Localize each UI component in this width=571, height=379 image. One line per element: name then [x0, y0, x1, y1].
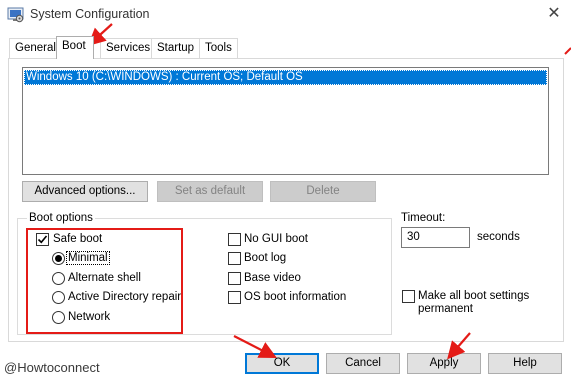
- os-list-item[interactable]: Windows 10 (C:\WINDOWS) : Current OS; De…: [24, 70, 547, 85]
- timeout-label: Timeout:: [401, 212, 446, 224]
- annotation-highlight-box: [26, 228, 183, 334]
- help-button[interactable]: Help: [488, 353, 562, 374]
- timeout-unit-label: seconds: [477, 231, 520, 243]
- cancel-button[interactable]: Cancel: [326, 353, 400, 374]
- timeout-input[interactable]: 30: [401, 227, 470, 248]
- close-icon[interactable]: ✕: [544, 4, 564, 24]
- boot-log-label: Boot log: [244, 252, 287, 264]
- no-gui-boot-label: No GUI boot: [244, 233, 308, 245]
- base-video-checkbox[interactable]: [228, 272, 241, 285]
- boot-log-checkbox[interactable]: [228, 252, 241, 265]
- tab-startup[interactable]: Startup: [151, 38, 201, 58]
- make-permanent-label-line1: Make all boot settings: [418, 290, 530, 302]
- set-as-default-button[interactable]: Set as default: [157, 181, 263, 202]
- watermark: @Howtoconnect: [4, 360, 100, 375]
- system-configuration-app-icon: [7, 6, 24, 23]
- tab-boot[interactable]: Boot: [56, 36, 94, 59]
- tab-tools[interactable]: Tools: [199, 38, 238, 58]
- base-video-label: Base video: [244, 272, 301, 284]
- make-permanent-label-line2: permanent: [418, 303, 473, 315]
- tab-services[interactable]: Services: [100, 38, 157, 58]
- boot-options-label: Boot options: [27, 212, 95, 224]
- apply-button[interactable]: Apply: [407, 353, 481, 374]
- tab-general[interactable]: General: [9, 38, 62, 58]
- os-boot-information-label: OS boot information: [244, 291, 347, 303]
- make-permanent-checkbox[interactable]: [402, 290, 415, 303]
- advanced-options-button[interactable]: Advanced options...: [22, 181, 148, 202]
- ok-button[interactable]: OK: [245, 353, 319, 374]
- window-title: System Configuration: [30, 7, 150, 21]
- annotation-arrow-right-edge: [564, 47, 571, 55]
- delete-button[interactable]: Delete: [270, 181, 376, 202]
- os-listbox[interactable]: Windows 10 (C:\WINDOWS) : Current OS; De…: [22, 67, 549, 175]
- os-boot-information-checkbox[interactable]: [228, 291, 241, 304]
- no-gui-boot-checkbox[interactable]: [228, 233, 241, 246]
